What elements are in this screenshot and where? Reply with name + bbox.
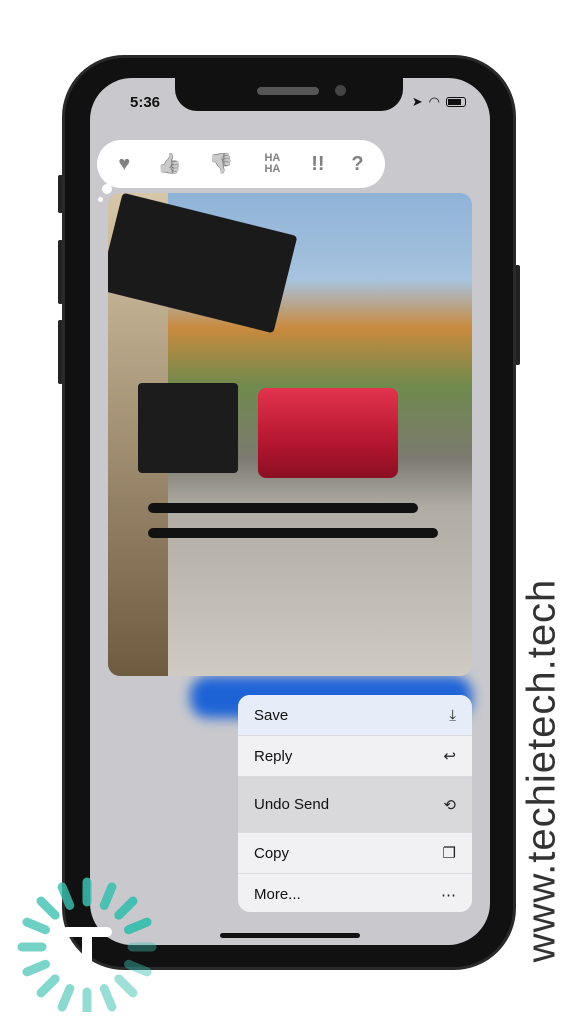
watermark: www.techietech.tech: [519, 578, 564, 962]
notch: [175, 78, 403, 111]
more-icon: ⋯: [441, 886, 456, 904]
logo-ray: [57, 882, 75, 910]
battery-icon: [446, 97, 466, 107]
logo-ray: [22, 959, 50, 977]
logo-ray: [22, 917, 50, 935]
camera-lens: [258, 388, 398, 478]
logo-ray: [57, 984, 75, 1012]
reply-icon: ↩: [443, 748, 456, 765]
logo-ray: [114, 974, 138, 998]
wifi-icon: ◠: [428, 94, 440, 109]
context-menu: Save ⤓ Reply ↩ Undo Send ⟲ Copy ❐ More... ⋯: [238, 695, 472, 912]
logo-ray: [124, 917, 152, 935]
camera-body: [138, 383, 238, 473]
home-indicator[interactable]: [220, 933, 360, 938]
menu-item-reply[interactable]: Reply ↩: [238, 736, 472, 777]
message-photo[interactable]: [108, 193, 472, 676]
logo-ray: [36, 974, 60, 998]
undo-send-icon: ⟲: [443, 796, 456, 814]
menu-item-more[interactable]: More... ⋯: [238, 874, 472, 912]
menu-item-save[interactable]: Save ⤓: [238, 695, 472, 736]
logo-ray: [124, 959, 152, 977]
techietech-logo-icon: [17, 877, 157, 1012]
menu-item-undo-send[interactable]: Undo Send ⟲: [238, 777, 472, 833]
logo-ray: [99, 882, 117, 910]
status-icons: ➤ ◠: [412, 94, 466, 110]
screen: 5:36 ➤ ◠ ♥ 👍 👎 HA HA !! ? Save ⤓ Reply ↩ U…: [90, 78, 490, 945]
logo-ray: [36, 896, 60, 920]
logo-ray: [99, 984, 117, 1012]
exclamation-icon[interactable]: !!: [311, 154, 324, 174]
heart-icon[interactable]: ♥: [118, 154, 130, 174]
thumbs-up-icon[interactable]: 👍: [157, 154, 182, 174]
save-icon: ⤓: [449, 706, 456, 724]
copy-icon: ❐: [442, 845, 456, 862]
menu-item-copy[interactable]: Copy ❐: [238, 833, 472, 874]
logo-ray: [114, 896, 138, 920]
tapback-bar: ♥ 👍 👎 HA HA !! ?: [97, 140, 385, 188]
location-icon: ➤: [411, 94, 423, 109]
thumbs-down-icon[interactable]: 👎: [209, 154, 234, 174]
haha-icon[interactable]: HA HA: [260, 153, 284, 175]
status-time: 5:36: [130, 94, 161, 111]
question-icon[interactable]: ?: [351, 154, 363, 174]
